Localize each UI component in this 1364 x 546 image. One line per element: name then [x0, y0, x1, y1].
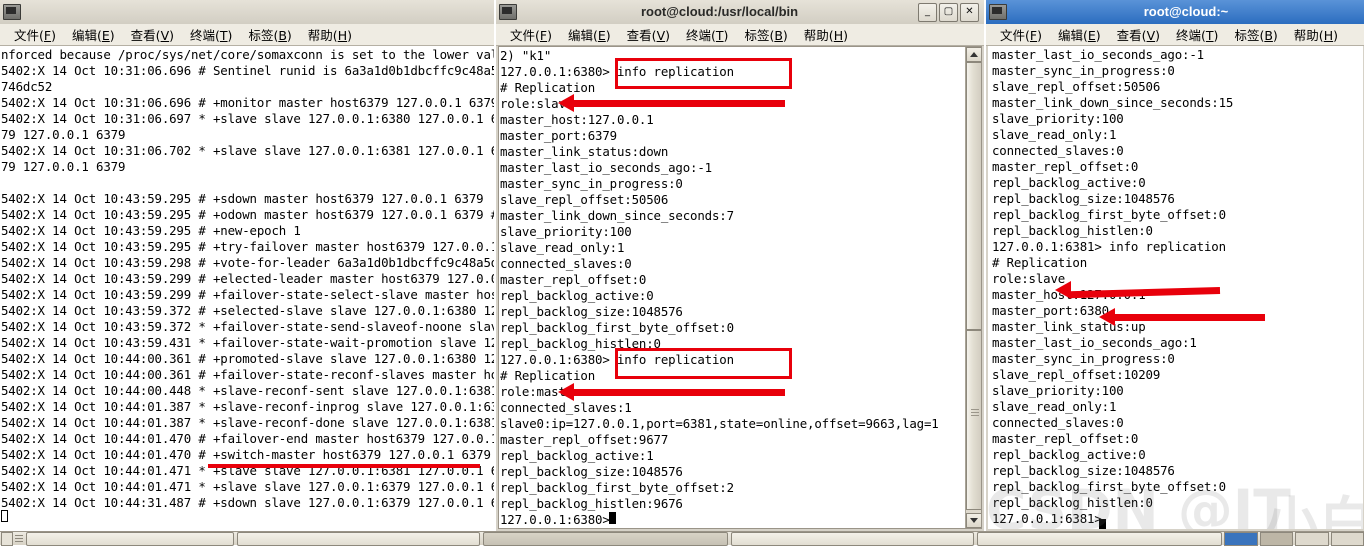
terminal-icon	[989, 4, 1007, 20]
terminal-body-redis-6380[interactable]: 2) "k1" 127.0.0.1:6380> info replication…	[498, 46, 982, 529]
menubar-redis-6380[interactable]: 文件(F) 编辑(E) 查看(V) 终端(T) 标签(B) 帮助(H)	[496, 24, 984, 46]
menu-edit[interactable]: 编辑(E)	[560, 25, 619, 44]
menu-view[interactable]: 查看(V)	[619, 25, 678, 44]
menu-terminal[interactable]: 终端(T)	[182, 25, 240, 44]
menu-edit[interactable]: 编辑(E)	[1050, 25, 1109, 44]
titlebar-sentinel-log[interactable]	[0, 0, 494, 24]
terminal-body-sentinel-log[interactable]: nforced because /proc/sys/net/core/somax…	[0, 46, 494, 531]
menu-tabs[interactable]: 标签(B)	[1226, 25, 1285, 44]
menubar-sentinel-log[interactable]: 文件(F) 编辑(E) 查看(V) 终端(T) 标签(B) 帮助(H)	[0, 24, 494, 46]
menu-view[interactable]: 查看(V)	[123, 25, 182, 44]
menu-tabs[interactable]: 标签(B)	[240, 25, 299, 44]
terminal-cursor-sentinel	[1, 509, 8, 523]
scrollbar-track-lower[interactable]	[966, 330, 981, 510]
terminal-icon	[499, 4, 517, 20]
window-redis-6381[interactable]: root@cloud:~ 文件(F) 编辑(E) 查看(V) 终端(T) 标签(…	[986, 0, 1364, 531]
menu-file[interactable]: 文件(F)	[6, 25, 64, 44]
menubar-redis-6381[interactable]: 文件(F) 编辑(E) 查看(V) 终端(T) 标签(B) 帮助(H)	[986, 24, 1364, 46]
taskbar[interactable]	[0, 531, 1364, 546]
scroll-up-icon[interactable]	[966, 47, 981, 62]
taskbar-pager-4[interactable]	[1330, 531, 1364, 546]
menu-terminal[interactable]: 终端(T)	[1168, 25, 1226, 44]
taskbar-item-1[interactable]	[25, 531, 234, 546]
scrollbar-grip	[971, 409, 979, 416]
terminal-cursor-6381	[1099, 518, 1106, 529]
scrollbar-thumb[interactable]	[966, 62, 981, 330]
scroll-down-icon[interactable]	[966, 513, 981, 528]
menu-help[interactable]: 帮助(H)	[1286, 25, 1346, 44]
window-buttons-redis-6380: _ ▢ ✕	[918, 2, 979, 22]
window-redis-6380[interactable]: root@cloud:/usr/local/bin _ ▢ ✕ 文件(F) 编辑…	[496, 0, 984, 531]
window-title-redis-6380: root@cloud:/usr/local/bin	[640, 4, 799, 19]
window-sentinel-log[interactable]: 文件(F) 编辑(E) 查看(V) 终端(T) 标签(B) 帮助(H) nfor…	[0, 0, 494, 531]
taskbar-handle[interactable]	[1, 531, 13, 546]
taskbar-grip-icon	[14, 533, 23, 545]
terminal-output-redis-6380: 2) "k1" 127.0.0.1:6380> info replication…	[500, 48, 939, 527]
taskbar-item-3[interactable]	[482, 531, 729, 546]
menu-help[interactable]: 帮助(H)	[300, 25, 360, 44]
terminal-output-sentinel-log: nforced because /proc/sys/net/core/somax…	[1, 47, 494, 510]
menu-terminal[interactable]: 终端(T)	[678, 25, 736, 44]
menu-tabs[interactable]: 标签(B)	[736, 25, 795, 44]
annotation-underline-switch-master	[208, 464, 480, 468]
taskbar-item-2[interactable]	[236, 531, 480, 546]
menu-edit[interactable]: 编辑(E)	[64, 25, 123, 44]
taskbar-pager-1[interactable]	[1224, 531, 1258, 546]
scrollbar-redis-6380[interactable]	[965, 47, 981, 528]
titlebar-redis-6381[interactable]: root@cloud:~	[986, 0, 1364, 24]
terminal-output-redis-6381: master_last_io_seconds_ago:-1 master_syn…	[992, 47, 1234, 526]
annotation-box-info-replication-1	[615, 58, 792, 89]
menu-view[interactable]: 查看(V)	[1109, 25, 1168, 44]
taskbar-item-4[interactable]	[731, 531, 974, 546]
terminal-icon	[3, 4, 21, 20]
menu-file[interactable]: 文件(F)	[992, 25, 1050, 44]
minimize-icon[interactable]: _	[918, 2, 937, 22]
taskbar-pager-3[interactable]	[1295, 531, 1329, 546]
taskbar-item-5[interactable]	[976, 531, 1223, 546]
terminal-cursor-6380	[609, 511, 616, 525]
annotation-box-info-replication-2	[615, 348, 792, 379]
close-icon[interactable]: ✕	[960, 2, 979, 22]
maximize-icon[interactable]: ▢	[939, 2, 958, 22]
menu-help[interactable]: 帮助(H)	[796, 25, 856, 44]
taskbar-pager-2[interactable]	[1259, 531, 1294, 546]
window-title-redis-6381: root@cloud:~	[1143, 4, 1229, 19]
menu-file[interactable]: 文件(F)	[502, 25, 560, 44]
titlebar-redis-6380[interactable]: root@cloud:/usr/local/bin _ ▢ ✕	[496, 0, 984, 24]
